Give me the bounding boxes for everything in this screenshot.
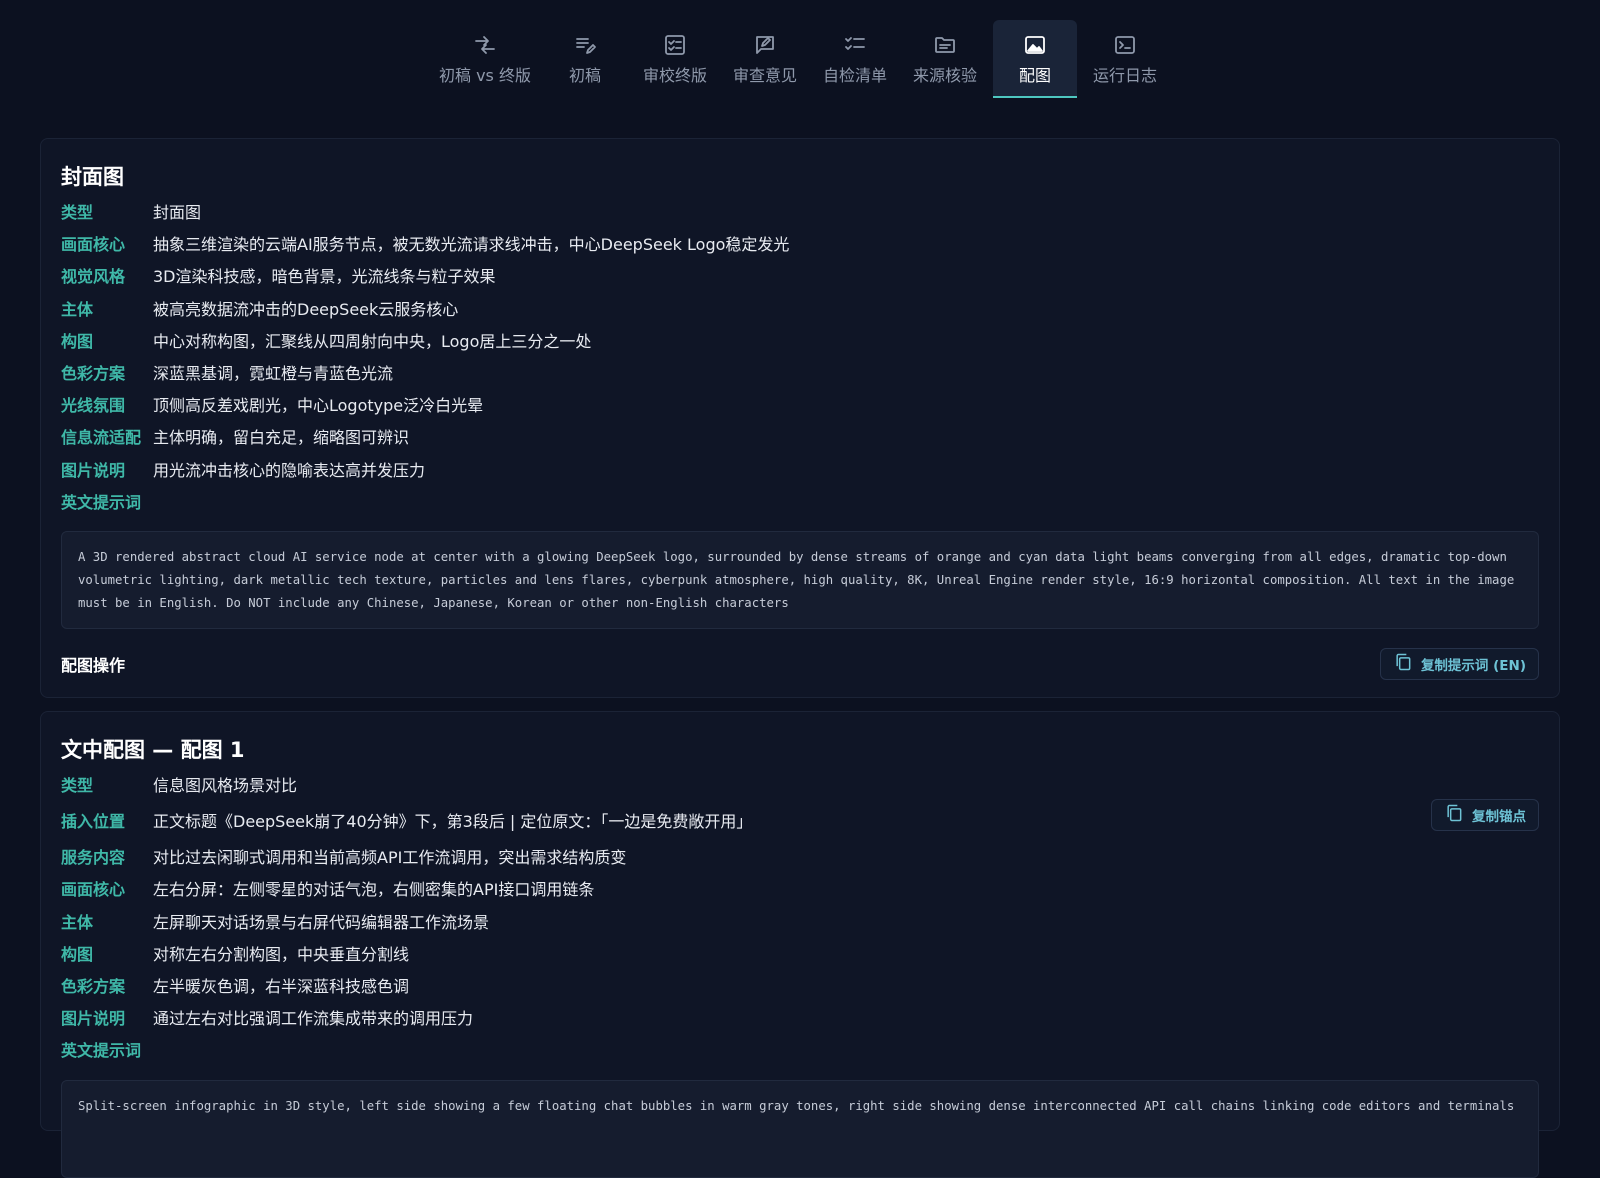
field-value: 正文标题《DeepSeek崩了40分钟》下，第3段后 | 定位原文：「一边是免费… bbox=[153, 812, 753, 832]
field-row: 信息流适配 主体明确，留白充足，缩略图可辨识 bbox=[61, 420, 1539, 452]
image-icon bbox=[1021, 32, 1049, 58]
field-row: 服务内容 对比过去闲聊式调用和当前高频API工作流调用，突出需求结构质变 bbox=[61, 840, 1539, 872]
tab-label: 初稿 bbox=[568, 66, 601, 85]
compare-arrows-icon bbox=[471, 32, 499, 58]
edit-lines-icon bbox=[571, 32, 599, 58]
field-key: 图片说明 bbox=[61, 1009, 126, 1029]
field-row: 构图 对称左右分割构图，中央垂直分割线 bbox=[61, 937, 1539, 969]
comment-edit-icon bbox=[751, 32, 779, 58]
copy-prompt-en-button[interactable]: 复制提示词 (EN) bbox=[1379, 647, 1539, 680]
copy-prompt-en-label: 复制提示词 (EN) bbox=[1420, 657, 1526, 674]
tab-label: 来源核验 bbox=[912, 66, 977, 85]
field-key: 信息流适配 bbox=[61, 428, 142, 448]
cover-fields: 类型 封面图画面核心 抽象三维渲染的云端AI服务节点，被无数光流请求线冲击，中心De… bbox=[61, 195, 1539, 517]
field-row: 视觉风格 3D渲染科技感，暗色背景，光流线条与粒子效果 bbox=[61, 259, 1539, 291]
cover-image-card: 封面图 类型 封面图画面核心 抽象三维渲染的云端AI服务节点，被无数光流请求线冲击，… bbox=[40, 138, 1560, 698]
field-key: 色彩方案 bbox=[61, 364, 126, 384]
field-value: 左屏聊天对话场景与右屏代码编辑器工作流场景 bbox=[153, 912, 490, 932]
field-row: 类型 封面图 bbox=[61, 195, 1539, 227]
field-key: 光线氛围 bbox=[61, 396, 126, 416]
field-key: 色彩方案 bbox=[61, 977, 126, 997]
field-value: 深蓝黑基调，霓虹橙与青蓝色光流 bbox=[153, 364, 394, 384]
copy-icon bbox=[1444, 803, 1464, 827]
inline-fields: 类型 信息图风格场景对比插入位置 正文标题《DeepSeek崩了40分钟》下，第3段… bbox=[61, 768, 1539, 1066]
field-value: 对称左右分割构图，中央垂直分割线 bbox=[153, 944, 410, 964]
field-key: 构图 bbox=[61, 944, 94, 964]
field-value: 信息图风格场景对比 bbox=[153, 776, 298, 796]
tab-2[interactable]: 审校终版 bbox=[633, 20, 717, 98]
field-key: 插入位置 bbox=[61, 812, 126, 832]
copy-anchor-button[interactable]: 复制锚点 bbox=[1431, 799, 1539, 832]
field-value: 封面图 bbox=[153, 203, 202, 223]
field-key: 画面核心 bbox=[61, 880, 126, 900]
field-row: 画面核心 抽象三维渲染的云端AI服务节点，被无数光流请求线冲击，中心DeepSee… bbox=[61, 227, 1539, 259]
copy-anchor-label: 复制锚点 bbox=[1472, 809, 1526, 826]
field-row: 主体 被高亮数据流冲击的DeepSeek云服务核心 bbox=[61, 292, 1539, 324]
field-row: 英文提示词 bbox=[61, 485, 1539, 517]
tab-label: 审校终版 bbox=[642, 66, 707, 85]
tab-4[interactable]: 自检清单 bbox=[813, 20, 897, 98]
field-row: 英文提示词 bbox=[61, 1033, 1539, 1065]
ops-label: 配图操作 bbox=[61, 655, 126, 675]
field-value: 对比过去闲聊式调用和当前高频API工作流调用，突出需求结构质变 bbox=[153, 848, 627, 868]
tab-label: 审查意见 bbox=[732, 66, 797, 85]
field-value: 3D渲染科技感，暗色背景，光流线条与粒子效果 bbox=[153, 267, 496, 287]
field-value: 中心对称构图，汇聚线从四周射向中央，Logo居上三分之一处 bbox=[153, 331, 592, 351]
copy-icon bbox=[1393, 652, 1413, 676]
tab-5[interactable]: 来源核验 bbox=[903, 20, 987, 98]
cover-ops-bar: 配图操作 复制提示词 (EN) bbox=[61, 647, 1539, 681]
cover-prompt-box[interactable]: A 3D rendered abstract cloud AI service … bbox=[61, 530, 1539, 629]
field-value: 左右分屏：左侧零星的对话气泡，右侧密集的API接口调用链条 bbox=[153, 880, 595, 900]
field-value: 抽象三维渲染的云端AI服务节点，被无数光流请求线冲击，中心DeepSeek Lo… bbox=[153, 235, 790, 255]
field-row: 光线氛围 顶侧高反差戏剧光，中心Logotype泛冷白光晕 bbox=[61, 388, 1539, 420]
field-key: 英文提示词 bbox=[61, 1041, 142, 1061]
field-row: 色彩方案 深蓝黑基调，霓虹橙与青蓝色光流 bbox=[61, 356, 1539, 388]
field-row: 图片说明 用光流冲击核心的隐喻表达高并发压力 bbox=[61, 453, 1539, 485]
checklist-icon bbox=[841, 32, 869, 58]
field-key: 画面核心 bbox=[61, 235, 126, 255]
field-row: 主体 左屏聊天对话场景与右屏代码编辑器工作流场景 bbox=[61, 905, 1539, 937]
field-row: 画面核心 左右分屏：左侧零星的对话气泡，右侧密集的API接口调用链条 bbox=[61, 872, 1539, 904]
checklist-box-icon bbox=[661, 32, 689, 58]
field-value: 主体明确，留白充足，缩略图可辨识 bbox=[153, 428, 410, 448]
tab-label: 自检清单 bbox=[822, 66, 887, 85]
field-row: 构图 中心对称构图，汇聚线从四周射向中央，Logo居上三分之一处 bbox=[61, 324, 1539, 356]
field-value: 用光流冲击核心的隐喻表达高并发压力 bbox=[153, 460, 426, 480]
field-key: 类型 bbox=[61, 203, 94, 223]
cover-card-title: 封面图 bbox=[61, 165, 124, 189]
field-value: 顶侧高反差戏剧光，中心Logotype泛冷白光晕 bbox=[153, 396, 484, 416]
tab-7[interactable]: 运行日志 bbox=[1083, 20, 1167, 98]
field-row: 插入位置 正文标题《DeepSeek崩了40分钟》下，第3段后 | 定位原文：「一… bbox=[61, 799, 1539, 840]
field-row: 色彩方案 左半暖灰色调，右半深蓝科技感色调 bbox=[61, 969, 1539, 1001]
field-key: 英文提示词 bbox=[61, 492, 142, 512]
field-row: 类型 信息图风格场景对比 bbox=[61, 768, 1539, 800]
tab-label: 配图 bbox=[1018, 66, 1051, 85]
tab-label: 运行日志 bbox=[1092, 66, 1157, 85]
tab-3[interactable]: 审查意见 bbox=[723, 20, 807, 98]
field-key: 类型 bbox=[61, 776, 94, 796]
tab-6[interactable]: 配图 bbox=[993, 20, 1077, 98]
tab-label: 初稿 vs 终版 bbox=[439, 66, 531, 85]
field-value: 通过左右对比强调工作流集成带来的调用压力 bbox=[153, 1009, 474, 1029]
field-key: 服务内容 bbox=[61, 848, 126, 868]
inline-prompt-box[interactable]: Split-screen infographic in 3D style, le… bbox=[61, 1079, 1539, 1178]
terminal-icon bbox=[1111, 32, 1139, 58]
tab-bar: 初稿 vs 终版 初稿 审校终版 审查意见 自检清单 来源核验 配图 运行日志 bbox=[0, 20, 1600, 98]
field-key: 主体 bbox=[61, 299, 94, 319]
field-key: 主体 bbox=[61, 912, 94, 932]
field-row: 图片说明 通过左右对比强调工作流集成带来的调用压力 bbox=[61, 1001, 1539, 1033]
tab-1[interactable]: 初稿 bbox=[543, 20, 627, 98]
field-value: 左半暖灰色调，右半深蓝科技感色调 bbox=[153, 977, 410, 997]
folder-icon bbox=[931, 32, 959, 58]
field-key: 图片说明 bbox=[61, 460, 126, 480]
tab-0[interactable]: 初稿 vs 终版 bbox=[433, 20, 537, 98]
field-key: 构图 bbox=[61, 331, 94, 351]
inline-card-title: 文中配图 — 配图 1 bbox=[61, 738, 245, 762]
field-value: 被高亮数据流冲击的DeepSeek云服务核心 bbox=[153, 299, 459, 319]
inline-image-card-1: 文中配图 — 配图 1 类型 信息图风格场景对比插入位置 正文标题《DeepSeek… bbox=[40, 711, 1560, 1178]
field-key: 视觉风格 bbox=[61, 267, 126, 287]
